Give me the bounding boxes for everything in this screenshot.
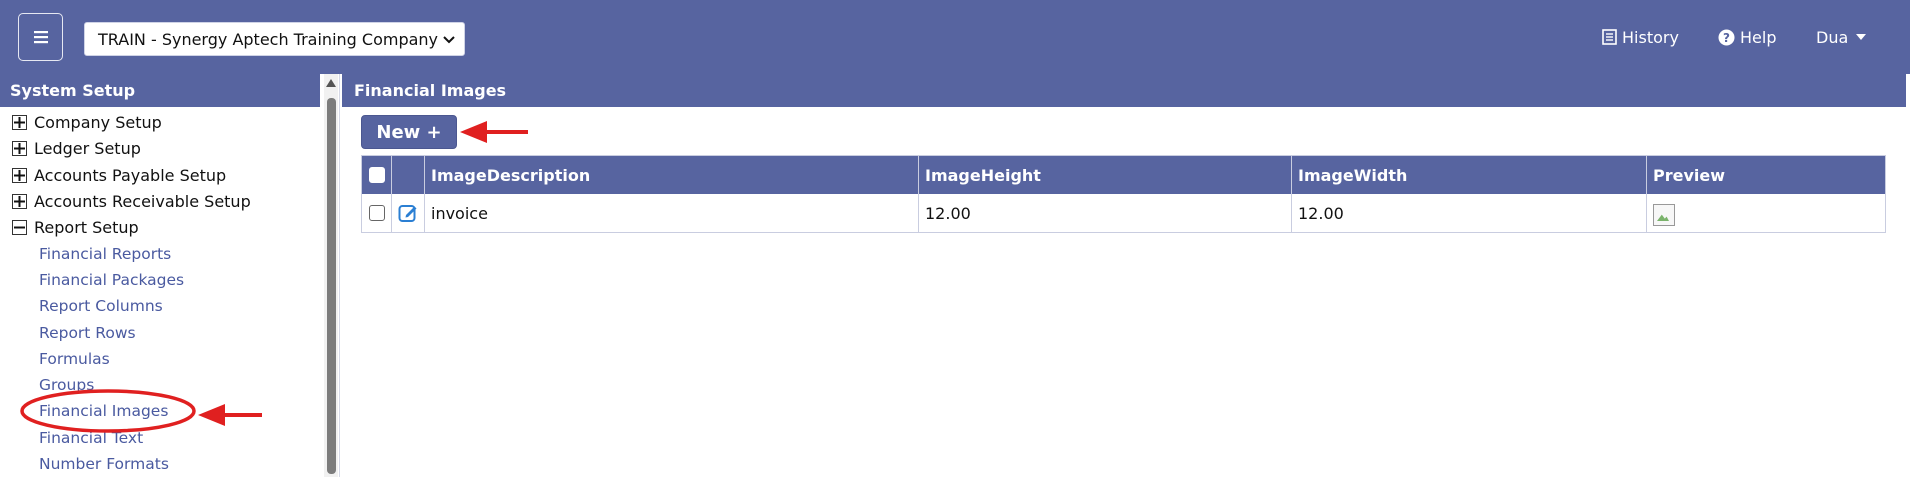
company-select[interactable]: TRAIN - Synergy Aptech Training Company xyxy=(84,22,465,56)
top-bar: TRAIN - Synergy Aptech Training Company … xyxy=(0,0,1910,74)
scroll-up-arrow-icon[interactable] xyxy=(326,79,336,87)
sidebar-scrollbar[interactable] xyxy=(324,74,338,477)
tree-node-ledger-setup[interactable]: Ledger Setup xyxy=(12,137,141,159)
tree-node-label: Accounts Receivable Setup xyxy=(34,191,251,211)
cell-image-width: 12.00 xyxy=(1292,194,1647,232)
sidebar: System Setup Company Setup Ledger Setup … xyxy=(0,74,340,477)
tree-link-financial-packages[interactable]: Financial Packages xyxy=(39,269,184,291)
tree-node-label: Report Setup xyxy=(34,217,139,237)
broken-image-icon xyxy=(1653,204,1675,226)
help-icon: ? xyxy=(1718,29,1735,45)
help-label: Help xyxy=(1740,27,1777,47)
cell-image-height: 12.00 xyxy=(919,194,1292,232)
expand-icon[interactable] xyxy=(12,114,27,130)
tree-link-financial-text[interactable]: Financial Text xyxy=(39,427,143,449)
column-header-image-height[interactable]: ImageHeight xyxy=(919,156,1292,194)
main-panel: Financial Images New + ImageDescription … xyxy=(342,74,1906,477)
tree-node-company-setup[interactable]: Company Setup xyxy=(12,111,162,133)
tree-node-accounts-payable-setup[interactable]: Accounts Payable Setup xyxy=(12,164,226,186)
select-all-cell xyxy=(362,156,392,194)
financial-images-grid: ImageDescription ImageHeight ImageWidth … xyxy=(361,155,1886,233)
edit-column-header xyxy=(392,156,425,194)
row-edit-cell xyxy=(392,194,425,232)
select-all-checkbox[interactable] xyxy=(369,167,385,183)
new-button[interactable]: New + xyxy=(361,115,457,149)
page-title: Financial Images xyxy=(342,74,1906,107)
scroll-thumb[interactable] xyxy=(327,98,336,474)
company-select-value: TRAIN - Synergy Aptech Training Company xyxy=(98,29,439,49)
row-select-cell xyxy=(362,194,392,232)
hamburger-menu-button[interactable] xyxy=(18,13,63,61)
tree-node-accounts-receivable-setup[interactable]: Accounts Receivable Setup xyxy=(12,190,251,212)
tree-node-label: Ledger Setup xyxy=(34,138,141,158)
sidebar-title: System Setup xyxy=(0,74,320,107)
expand-icon[interactable] xyxy=(12,193,27,209)
tree-node-report-setup[interactable]: Report Setup xyxy=(12,216,139,238)
history-icon xyxy=(1602,29,1617,45)
svg-text:?: ? xyxy=(1723,31,1730,45)
tree-link-financial-images[interactable]: Financial Images xyxy=(39,400,168,422)
tree-link-groups[interactable]: Groups xyxy=(39,374,94,396)
tree-link-number-formats[interactable]: Number Formats xyxy=(39,453,169,475)
tree-link-report-columns[interactable]: Report Columns xyxy=(39,295,163,317)
tree-node-label: Company Setup xyxy=(34,112,162,132)
expand-icon[interactable] xyxy=(12,140,27,156)
column-header-image-description[interactable]: ImageDescription xyxy=(425,156,919,194)
menu-icon xyxy=(33,31,48,44)
grid-header-row: ImageDescription ImageHeight ImageWidth … xyxy=(362,156,1885,194)
tree-link-report-rows[interactable]: Report Rows xyxy=(39,322,136,344)
history-label: History xyxy=(1622,27,1679,47)
user-label: Dua xyxy=(1816,27,1849,47)
tree-link-formulas[interactable]: Formulas xyxy=(39,348,110,370)
history-link[interactable]: History xyxy=(1602,24,1679,50)
help-link[interactable]: ? Help xyxy=(1718,24,1776,50)
chevron-down-icon xyxy=(443,36,455,44)
caret-down-icon xyxy=(1856,34,1867,40)
column-header-preview[interactable]: Preview xyxy=(1647,156,1885,194)
cell-preview xyxy=(1647,194,1885,232)
table-row: invoice 12.00 12.00 xyxy=(362,194,1885,232)
tree-node-label: Accounts Payable Setup xyxy=(34,165,227,185)
expand-icon[interactable] xyxy=(12,167,27,183)
cell-image-description: invoice xyxy=(425,194,919,232)
edit-icon[interactable] xyxy=(398,203,418,223)
row-checkbox[interactable] xyxy=(369,205,385,221)
column-header-image-width[interactable]: ImageWidth xyxy=(1292,156,1647,194)
collapse-icon[interactable] xyxy=(12,219,27,235)
tree-link-financial-reports[interactable]: Financial Reports xyxy=(39,243,171,265)
user-menu[interactable]: Dua xyxy=(1816,24,1871,50)
